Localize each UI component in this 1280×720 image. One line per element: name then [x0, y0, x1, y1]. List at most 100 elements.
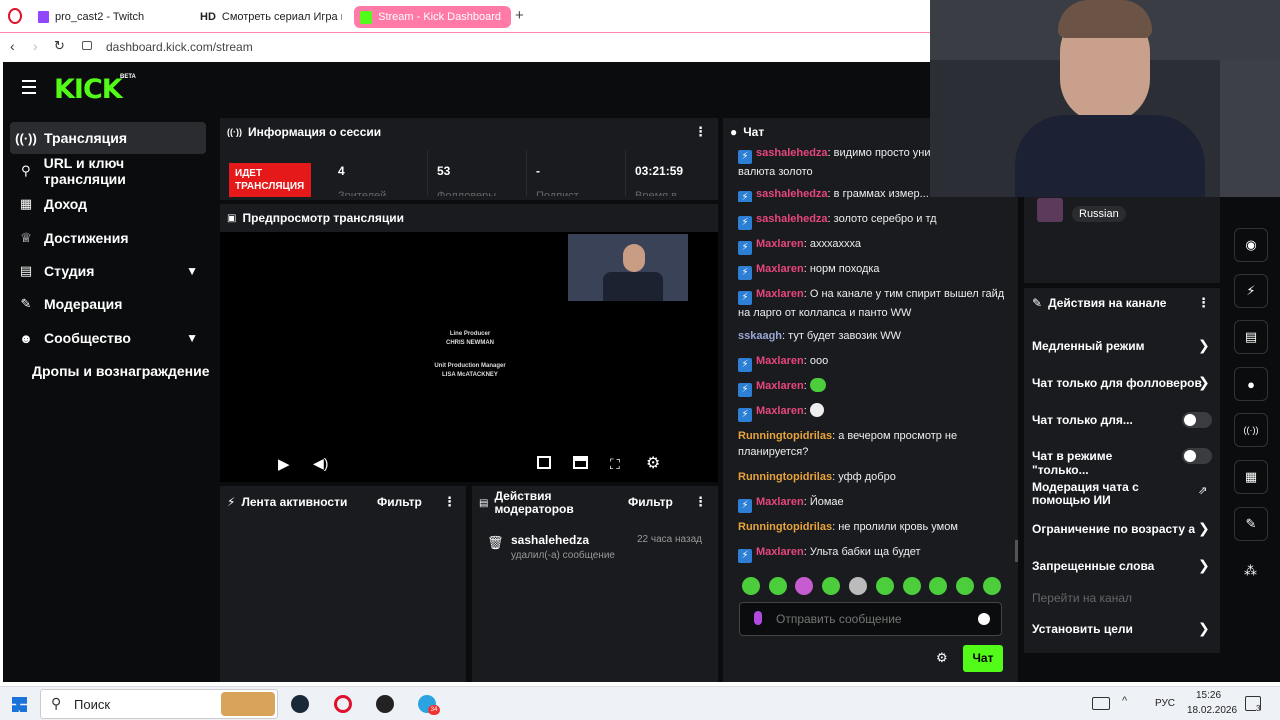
layout-icon[interactable]: ▦: [1234, 460, 1268, 494]
nav-revenue[interactable]: ▦ Доход: [10, 188, 206, 220]
emote-icon[interactable]: [903, 577, 921, 595]
bolt-icon[interactable]: ⚡: [1234, 274, 1268, 308]
chat-bubble-icon[interactable]: ●: [1234, 367, 1268, 401]
nav-community[interactable]: ☻ Сообщество ▼: [10, 322, 206, 354]
play-icon[interactable]: ▶: [278, 455, 290, 473]
activity-menu-icon[interactable]: ⋮: [443, 494, 456, 510]
channel-actions-menu-icon[interactable]: ⋮: [1197, 295, 1210, 311]
modactions-menu-icon[interactable]: ⋮: [694, 494, 707, 510]
session-title: ((·)) Информация о сессии: [227, 125, 382, 139]
ai-moderation-item[interactable]: Модерация чата с помощью ИИ: [1032, 481, 1162, 507]
emote-icon[interactable]: [929, 577, 947, 595]
language-indicator[interactable]: РУС: [1155, 698, 1175, 709]
nav-studio[interactable]: ▤ Студия ▼: [10, 255, 206, 287]
emote-icon[interactable]: [742, 577, 760, 595]
chat-settings-icon[interactable]: ⚙: [936, 650, 948, 666]
opera-taskbar-icon[interactable]: [334, 695, 352, 713]
emote-only-toggle[interactable]: [1182, 448, 1212, 464]
chat-message: ⚡ Maxlaren:: [738, 378, 1013, 397]
go-to-channel-link[interactable]: Перейти на канал: [1032, 591, 1207, 605]
studio-icon: ▤: [19, 263, 33, 278]
hamburger-menu-icon[interactable]: [22, 80, 36, 94]
session-menu-icon[interactable]: ⋮: [694, 124, 707, 140]
nav-broadcast[interactable]: ((·)) Трансляция: [10, 122, 206, 154]
opera-logo-icon[interactable]: [8, 8, 22, 24]
back-icon[interactable]: ‹: [10, 38, 15, 54]
windows-start-icon[interactable]: [12, 697, 27, 712]
webcam-overlay: [568, 234, 688, 301]
clock-time[interactable]: 15:26: [1196, 690, 1221, 701]
emoji-picker-icon[interactable]: [978, 613, 990, 625]
chat-message: ⚡ Maxlaren: Йомае: [738, 494, 1013, 513]
subs-only-item[interactable]: Чат только для...: [1032, 413, 1172, 427]
nav-achievements[interactable]: ♕ Достижения: [10, 222, 206, 254]
emote-icon[interactable]: [795, 577, 813, 595]
activity-filter-button[interactable]: Фильтр: [377, 495, 422, 509]
chat-send-button[interactable]: Чат: [963, 645, 1003, 672]
moderator-badge-icon: ⚡: [738, 383, 752, 397]
fullscreen-icon[interactable]: ⛶: [610, 456, 620, 473]
stat-viewers: 4 Зрителей: [328, 150, 428, 196]
keyboard-icon[interactable]: [1092, 697, 1110, 710]
modactions-icon: ▤: [479, 497, 489, 509]
obs-icon[interactable]: [376, 695, 394, 713]
url-field[interactable]: dashboard.kick.com/stream: [106, 40, 253, 54]
kick-logo[interactable]: KICK: [54, 74, 123, 105]
forward-icon[interactable]: ›: [33, 38, 38, 54]
steam-icon[interactable]: [291, 695, 309, 713]
volume-icon[interactable]: ◀): [313, 455, 328, 472]
chevron-down-icon: ▼: [186, 264, 198, 278]
skull-emote-icon: [809, 403, 824, 417]
theater-icon[interactable]: [573, 456, 588, 469]
users-icon[interactable]: ⁂: [1244, 563, 1257, 579]
settings-icon[interactable]: ⚙: [646, 453, 660, 473]
emote-icon[interactable]: [769, 577, 787, 595]
emote-icon[interactable]: [822, 577, 840, 595]
emote-icon[interactable]: [876, 577, 894, 595]
nav-url-key[interactable]: ⚲ URL и ключ трансляции: [10, 155, 206, 187]
tab-kick-dashboard[interactable]: Stream - Kick Dashboard: [354, 6, 511, 28]
broadcast-icon[interactable]: ((·)): [1234, 413, 1268, 447]
taskbar-search[interactable]: ⚲ Поиск: [40, 689, 278, 719]
system-tray-chevron-icon[interactable]: ^: [1122, 695, 1127, 707]
clock-date[interactable]: 18.02.2026: [1187, 705, 1237, 716]
wrench-icon: ✎: [20, 296, 32, 311]
modactions-title: ▤ Действия модераторов: [479, 489, 574, 516]
chat-message: Runningtopidrilas: не пролили кровь умом: [738, 521, 958, 533]
tab-twitch[interactable]: pro_cast2 - Twitch: [38, 6, 188, 28]
miniplayer-icon[interactable]: [537, 456, 551, 469]
chat-message-field[interactable]: [776, 610, 966, 628]
modactions-filter-button[interactable]: Фильтр: [628, 495, 673, 509]
chat-title: ● Чат: [730, 125, 765, 139]
moderator-badge-icon: ⚡: [738, 266, 752, 280]
subs-only-toggle[interactable]: [1182, 412, 1212, 428]
new-tab-button[interactable]: +: [515, 7, 524, 24]
stat-time: 03:21:59 Время в...: [635, 164, 687, 196]
nav-drops[interactable]: Дропы и вознаграждение: [24, 355, 214, 387]
emote-icon[interactable]: [983, 577, 1001, 595]
reload-icon[interactable]: ↻: [54, 38, 65, 54]
moderator-badge-icon: ⚡: [738, 216, 752, 230]
slow-mode-item[interactable]: Медленный режим: [1032, 339, 1207, 353]
modaction-user[interactable]: sashalehedza: [511, 533, 589, 547]
emote-only-item[interactable]: Чат в режиме "только...: [1032, 449, 1172, 477]
chat-message: ⚡ sashalehedza: в граммах измер...: [738, 186, 928, 202]
language-tag: Russian: [1072, 206, 1126, 222]
emote-icon[interactable]: [849, 577, 867, 595]
nav-moderation[interactable]: ✎ Модерация: [10, 288, 206, 320]
hd-icon: HD: [200, 11, 216, 23]
age-restriction-item[interactable]: Ограничение по возрасту а: [1032, 522, 1197, 536]
camera-icon[interactable]: ◉: [1234, 228, 1268, 262]
document-icon[interactable]: ▤: [1234, 320, 1268, 354]
emote-icon[interactable]: [956, 577, 974, 595]
tab-series[interactable]: HD Смотреть сериал Игра п...: [200, 6, 342, 28]
activity-title: ⚡ Лента активности: [227, 495, 348, 509]
moderator-badge-icon: ⚡: [738, 241, 752, 255]
microphone-icon[interactable]: [754, 611, 762, 625]
banned-words-item[interactable]: Запрещенные слова: [1032, 559, 1207, 573]
followers-only-item[interactable]: Чат только для фолловеров: [1032, 376, 1207, 390]
modaction-text: удалил(-а) сообщение: [511, 550, 615, 561]
trash-icon: 🗑: [487, 535, 504, 550]
set-goals-item[interactable]: Установить цели: [1032, 622, 1207, 636]
wrench-icon[interactable]: ✎: [1234, 507, 1268, 541]
